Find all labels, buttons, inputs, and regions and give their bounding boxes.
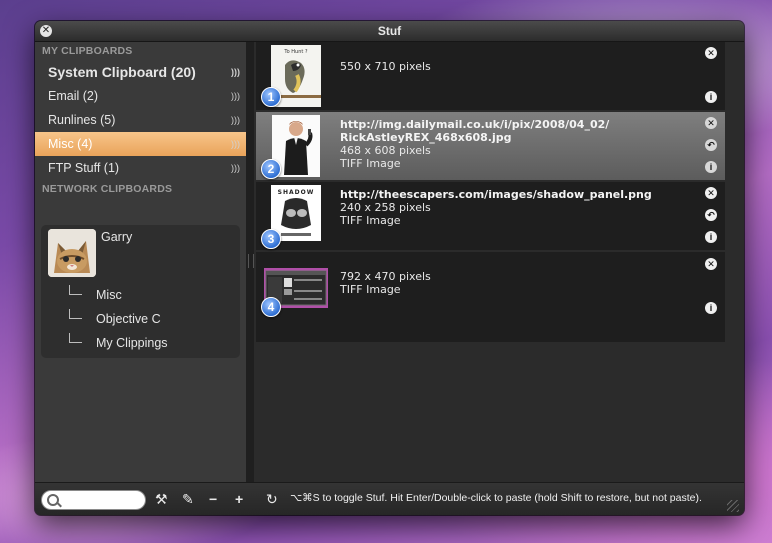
close-icon[interactable]: ✕ <box>705 47 717 59</box>
tree-branch-icon <box>69 309 82 319</box>
broadcast-icon[interactable]: ))) <box>231 108 240 132</box>
search-input[interactable] <box>60 492 142 508</box>
clip-number-badge: 3 <box>261 229 281 249</box>
refresh-icon[interactable]: ↻ <box>266 490 278 508</box>
network-clipboards-header: NETWORK CLIPBOARDS <box>42 183 173 195</box>
restore-icon[interactable]: ↶ <box>705 209 717 221</box>
clip-url: http://theescapers.com/images/shadow_pan… <box>340 188 652 201</box>
clip-url-continued: RickAstleyREX_468x608.jpg <box>340 131 512 144</box>
status-hint: ⌥⌘S to toggle Stuf. Hit Enter/Double-cli… <box>290 492 702 504</box>
window-title: Stuf <box>377 24 402 38</box>
clip-number-badge: 1 <box>261 87 281 107</box>
sidebar-item-label: System Clipboard (20) <box>48 64 196 80</box>
tree-branch-icon <box>69 333 82 343</box>
clip-type: TIFF Image <box>340 283 401 296</box>
network-user-name[interactable]: Garry <box>101 230 132 244</box>
clip-item-3[interactable]: SHADOW 3 http://theescapers.com/images/s… <box>256 182 725 250</box>
clip-item-2[interactable]: 2 http://img.dailymail.co.uk/i/pix/2008/… <box>256 112 725 180</box>
plus-icon[interactable]: + <box>235 490 243 508</box>
close-icon[interactable]: ✕ <box>705 258 717 270</box>
clip-dimensions: 240 x 258 pixels <box>340 201 431 214</box>
clip-details: http://img.dailymail.co.uk/i/pix/2008/04… <box>340 118 609 170</box>
sidebar-item-misc[interactable]: Misc (4) ))) <box>35 132 246 156</box>
clip-url: http://img.dailymail.co.uk/i/pix/2008/04… <box>340 118 610 131</box>
network-subitem-objective-c[interactable]: Objective C <box>69 309 161 329</box>
broadcast-icon[interactable]: ))) <box>231 156 240 180</box>
info-icon[interactable]: i <box>705 91 717 103</box>
network-subitem-label: Objective C <box>96 312 161 326</box>
search-field[interactable] <box>41 490 146 510</box>
sidebar-item-email[interactable]: Email (2) ))) <box>35 84 246 108</box>
sidebar-item-label: Misc (4) <box>48 137 93 151</box>
clip-details: 550 x 710 pixels <box>340 60 431 73</box>
title-bar[interactable]: ✕ Stuf <box>35 21 744 42</box>
network-subitem-misc[interactable]: Misc <box>69 285 122 305</box>
info-icon[interactable]: i <box>705 302 717 314</box>
close-icon[interactable]: ✕ <box>705 187 717 199</box>
clip-number-badge: 2 <box>261 159 281 179</box>
sidebar-item-label: Email (2) <box>48 89 99 103</box>
network-subitem-my-clippings[interactable]: My Clippings <box>69 333 168 353</box>
broadcast-icon[interactable]: ))) <box>231 84 240 108</box>
clip-type: TIFF Image <box>340 157 401 170</box>
tools-icon[interactable]: ⚒ <box>155 490 168 508</box>
close-icon[interactable]: ✕ <box>705 117 717 129</box>
clip-details: 792 x 470 pixels TIFF Image <box>340 270 431 296</box>
sidebar-item-ftp-stuff[interactable]: FTP Stuff (1) ))) <box>35 156 246 180</box>
sidebar: MY CLIPBOARDS System Clipboard (20) ))) … <box>35 42 246 482</box>
clip-list: To Hunt ? 1 550 x 710 pixels ✕ i 2 http:… <box>254 42 744 482</box>
thumbnail-caption: To Hunt ? <box>283 49 308 55</box>
search-icon <box>47 494 59 506</box>
clip-item-4[interactable]: 4 792 x 470 pixels TIFF Image ✕ i <box>256 252 725 342</box>
sidebar-item-label: Runlines (5) <box>48 113 116 127</box>
sidebar-item-system-clipboard[interactable]: System Clipboard (20) ))) <box>35 60 246 84</box>
thumbnail-caption: SHADOW <box>278 189 315 196</box>
info-icon[interactable]: i <box>705 231 717 243</box>
sidebar-item-runlines[interactable]: Runlines (5) ))) <box>35 108 246 132</box>
clip-type: TIFF Image <box>340 214 401 227</box>
broadcast-icon[interactable]: ))) <box>231 132 240 156</box>
clip-details: http://theescapers.com/images/shadow_pan… <box>340 188 652 227</box>
minus-icon[interactable]: − <box>209 490 217 508</box>
clip-dimensions: 792 x 470 pixels <box>340 270 431 283</box>
split-view-divider[interactable] <box>246 42 254 482</box>
broadcast-icon[interactable]: ))) <box>231 60 240 84</box>
network-subitem-label: Misc <box>96 288 122 302</box>
network-subitem-label: My Clippings <box>96 336 168 350</box>
my-clipboards-header: MY CLIPBOARDS <box>42 45 133 57</box>
pencil-icon[interactable]: ✎ <box>182 490 194 508</box>
clip-number-badge: 4 <box>261 297 281 317</box>
avatar[interactable] <box>48 229 96 277</box>
resize-grip[interactable] <box>727 500 739 512</box>
clip-dimensions: 468 x 608 pixels <box>340 144 431 157</box>
clip-dimensions: 550 x 710 pixels <box>340 60 431 73</box>
restore-icon[interactable]: ↶ <box>705 139 717 151</box>
clip-item-1[interactable]: To Hunt ? 1 550 x 710 pixels ✕ i <box>256 42 725 110</box>
sidebar-item-label: FTP Stuff (1) <box>48 161 120 175</box>
tree-branch-icon <box>69 285 82 295</box>
info-icon[interactable]: i <box>705 161 717 173</box>
stuf-window: ✕ Stuf MY CLIPBOARDS System Clipboard (2… <box>35 21 744 515</box>
network-clipboard-group: Garry Misc Objective C My Clippings <box>41 225 240 358</box>
bottom-toolbar: ⚒ ✎ − + ↻ ⌥⌘S to toggle Stuf. Hit Enter/… <box>35 482 744 515</box>
